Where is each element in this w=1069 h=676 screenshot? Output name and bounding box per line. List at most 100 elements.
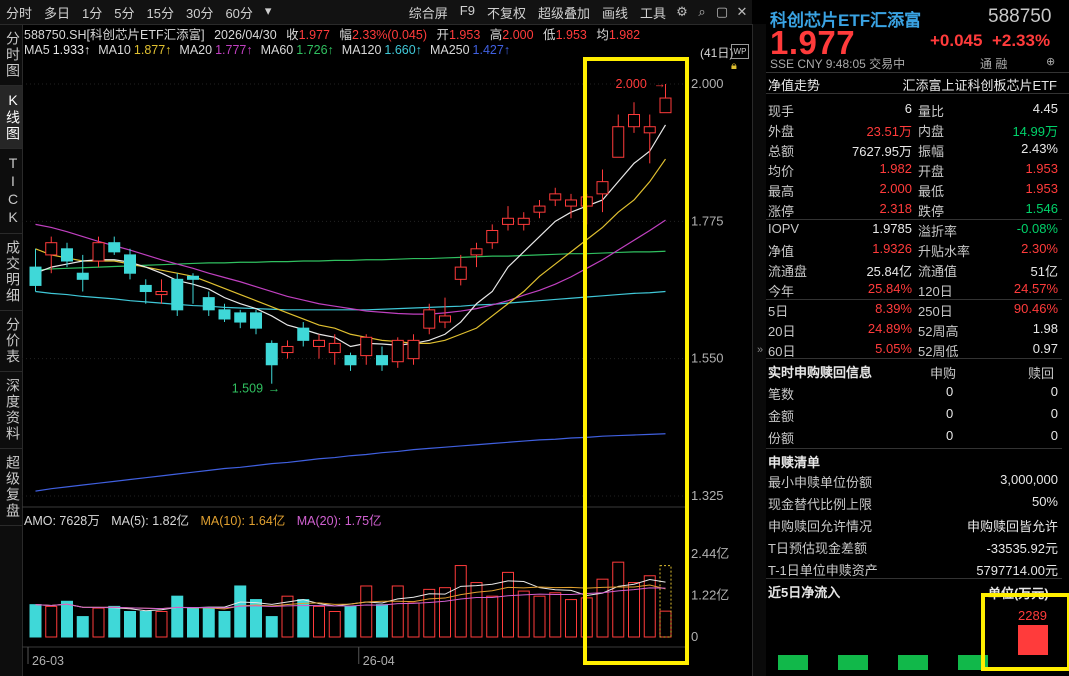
volume-bar xyxy=(549,592,562,638)
period-tab-5[interactable]: 30分 xyxy=(180,3,219,22)
period-tab-6[interactable]: 60分 xyxy=(219,3,258,22)
volume-bar xyxy=(29,604,42,638)
period-tab-0[interactable]: 分时 xyxy=(0,3,38,22)
quote-value: 2.30% xyxy=(1021,241,1058,256)
margin-tag[interactable]: 通 融 xyxy=(980,55,1007,72)
price-tick: 1.775 xyxy=(691,213,724,228)
flow-bar-2 xyxy=(838,655,868,670)
quote-value: 25.84% xyxy=(867,281,912,296)
volume-bar xyxy=(124,610,136,638)
tool-button-4[interactable]: 画线 xyxy=(596,3,634,22)
quote-value: 23.51万 xyxy=(866,124,912,139)
quote-label: 今年 xyxy=(768,284,795,299)
collapse-icon[interactable]: ▢ xyxy=(712,2,732,22)
candle-body xyxy=(344,355,357,366)
volume-bar xyxy=(76,616,89,638)
tool-button-3[interactable]: 超级叠加 xyxy=(532,3,596,22)
candle-body xyxy=(155,291,168,296)
col-redeem: 赎回 xyxy=(1028,366,1055,381)
quote-row: IOPV 1.9785 溢折率 -0.08% xyxy=(766,219,1062,239)
candle-body xyxy=(76,272,89,280)
candle-body xyxy=(360,336,373,357)
candle-body xyxy=(407,339,420,360)
search-icon[interactable]: ⌕ xyxy=(692,2,712,22)
candle-body xyxy=(234,312,247,323)
quote-value: 24.89% xyxy=(867,321,912,336)
quote-value: 7627.95万 xyxy=(852,144,912,159)
ma5-line xyxy=(35,124,667,348)
list-value: 3,000,000 xyxy=(1000,472,1058,487)
quote-row: 外盘 23.51万 内盘 14.99万 xyxy=(766,119,1062,139)
realtime-redeem-value: 0 xyxy=(1050,406,1058,421)
volume-bar xyxy=(423,588,436,638)
left-tab-0[interactable]: 分时图 xyxy=(0,25,22,86)
realtime-row: 笔数 0 0 xyxy=(766,382,1062,402)
quote-value: 1.98 xyxy=(1032,321,1058,336)
candle-body xyxy=(92,242,105,262)
left-tab-6[interactable]: 超级复盘 xyxy=(0,449,22,526)
quote-label: 净值 xyxy=(768,244,795,259)
list-row: T日预估现金差额 -33535.92元 xyxy=(766,536,1062,556)
tool-button-1[interactable]: F9 xyxy=(454,3,481,22)
period-toolbar: 分时 多日 1分 5分 15分 30分 60分 ▾ 综合屏 F9 不复权 超级叠加 画线 工具 ⚙ ⌕ … xyxy=(0,0,752,25)
left-tab-1[interactable]: K线图 xyxy=(0,86,22,149)
volume-legend: AMO: 7628万 MA(5): 1.82亿 MA(10): 1.64亿 MA… xyxy=(24,510,382,529)
candle-body xyxy=(265,342,278,366)
period-tab-7[interactable]: ▾ xyxy=(259,3,278,22)
market-meta: SSE CNY 9:48:05 交易中 xyxy=(770,57,906,71)
candle-body xyxy=(124,254,136,274)
nav-trend-label[interactable]: 净值走势 xyxy=(768,75,820,94)
nav-trend-row[interactable]: 净值走势 汇添富上证科创板芯片ETF xyxy=(766,72,1069,94)
volume-bar xyxy=(234,585,247,638)
quote-label: 量比 xyxy=(918,104,945,119)
vol-ma5: MA(5): 1.82亿 xyxy=(111,514,190,528)
period-tab-3[interactable]: 5分 xyxy=(108,3,140,22)
volume-bar xyxy=(454,565,467,638)
candle-body xyxy=(45,242,58,256)
volume-bar xyxy=(218,610,231,638)
price-tick: 2.000 xyxy=(691,76,724,91)
price-tick: 1.325 xyxy=(691,488,724,503)
realtime-row: 金额 0 0 xyxy=(766,404,1062,424)
add-icon[interactable]: ⊕ xyxy=(1046,55,1055,68)
left-tab-5[interactable]: 深度资料 xyxy=(0,372,22,449)
volume-bar xyxy=(171,595,184,638)
tool-button-0[interactable]: 综合屏 xyxy=(403,3,454,22)
tool-button-2[interactable]: 不复权 xyxy=(481,3,532,22)
candle-body xyxy=(486,229,499,244)
left-tab-2[interactable]: TICK xyxy=(0,149,22,234)
volume-bar xyxy=(391,585,404,638)
candle-body xyxy=(297,327,310,341)
volume-tick: 0 xyxy=(691,629,698,644)
quote-label: 5日 xyxy=(768,304,789,319)
volume-bar xyxy=(565,599,577,638)
tool-button-5[interactable]: 工具 xyxy=(634,3,672,22)
quote-label: 总额 xyxy=(768,144,795,159)
list-key: T日预估现金差额 xyxy=(768,541,867,556)
volume-bar xyxy=(92,607,105,638)
volume-bar xyxy=(108,605,121,638)
quote-value: 1.9326 xyxy=(872,241,912,256)
flow-bar-3 xyxy=(898,655,928,670)
quote-row: 流通盘 25.84亿 流通值 51亿 xyxy=(766,259,1062,279)
candle-body xyxy=(533,205,546,213)
volume-bar xyxy=(486,595,499,638)
candle-body xyxy=(549,193,562,201)
price-tick: 1.550 xyxy=(691,351,724,366)
period-tab-2[interactable]: 1分 xyxy=(76,3,108,22)
close-icon[interactable]: ✕ xyxy=(732,2,752,22)
volume-bar xyxy=(517,590,530,638)
left-tab-3[interactable]: 成交明细 xyxy=(0,234,22,311)
settings-icon[interactable]: ⚙ xyxy=(672,2,692,22)
left-tab-4[interactable]: 分价表 xyxy=(0,311,22,372)
candle-body xyxy=(29,266,42,286)
volume-bar xyxy=(155,610,168,638)
list-value: 50% xyxy=(1031,494,1058,509)
change-pct: +2.33% xyxy=(991,31,1051,50)
candle-body xyxy=(313,339,325,347)
period-tab-1[interactable]: 多日 xyxy=(38,3,76,22)
period-tab-4[interactable]: 15分 xyxy=(141,3,180,22)
quote-value: 6 xyxy=(904,101,912,116)
quote-value: 1.953 xyxy=(1025,181,1058,196)
highlight-box-flow xyxy=(981,593,1069,671)
